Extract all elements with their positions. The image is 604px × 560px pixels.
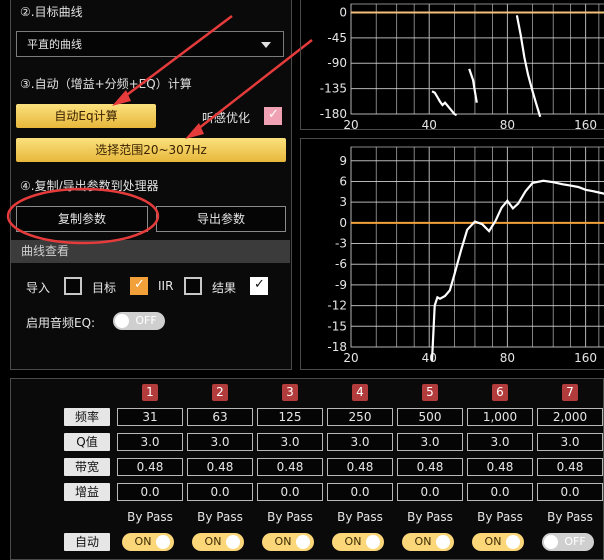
freq-input[interactable]: 250 [327, 408, 393, 426]
mag-y-tick-label: 3 [339, 195, 347, 209]
mag-x-tick-label: 40 [422, 351, 437, 365]
auto-toggle-text: ON [484, 535, 502, 548]
q-input[interactable]: 3.0 [537, 433, 603, 451]
phase-y-tick-label: -90 [327, 56, 347, 70]
bandwidth-input[interactable]: 0.48 [537, 458, 603, 476]
auto-toggle-text: OFF [564, 535, 586, 548]
auto-toggle-text: ON [134, 535, 152, 548]
bypass-button[interactable]: By Pass [257, 508, 323, 526]
mag-x-tick-label: 20 [343, 351, 358, 365]
toggle-knob [506, 535, 520, 549]
channel-number-badge: 3 [282, 384, 298, 401]
bypass-button[interactable]: By Pass [537, 508, 603, 526]
channel-number-badge: 7 [562, 384, 578, 401]
channel-number-badge: 6 [492, 384, 508, 401]
toggle-knob [544, 535, 558, 549]
toggle-knob [436, 535, 450, 549]
auto-toggle-text: ON [274, 535, 292, 548]
bypass-button[interactable]: By Pass [397, 508, 463, 526]
auto-toggle-text: ON [414, 535, 432, 548]
q-input[interactable]: 3.0 [467, 433, 533, 451]
phase-x-tick-label: 40 [422, 118, 437, 131]
phase-x-tick-label: 80 [500, 118, 515, 131]
bandwidth-input[interactable]: 0.48 [397, 458, 463, 476]
q-row-label: Q值 [64, 433, 110, 451]
magnitude-chart: 9630-3-6-9-12-15-1820 40 80 160 [327, 146, 604, 365]
gain-input[interactable]: 0.0 [117, 483, 183, 501]
auto-row-label: 自动 [64, 533, 110, 551]
freq-row-label: 频率 [64, 408, 110, 426]
toggle-knob [156, 535, 170, 549]
bandwidth-input[interactable]: 0.48 [187, 458, 253, 476]
bandwidth-input[interactable]: 0.48 [117, 458, 183, 476]
mag-y-tick-label: -15 [327, 319, 347, 333]
channel-number-badge: 1 [142, 384, 158, 401]
q-input[interactable]: 3.0 [397, 433, 463, 451]
bandwidth-input[interactable]: 0.48 [257, 458, 323, 476]
auto-toggle-text: ON [344, 535, 362, 548]
gain-input[interactable]: 0.0 [327, 483, 393, 501]
mag-y-tick-label: -9 [335, 278, 347, 292]
q-input[interactable]: 3.0 [327, 433, 393, 451]
phase-chart-frame: 0 -45 -90 -135 -180 20 40 80 160 [300, 0, 604, 132]
bypass-button[interactable]: By Pass [187, 508, 253, 526]
phase-chart: 0-45-90-135-18020 40 80 160 [320, 3, 604, 132]
phase-y-tick-label: 0 [339, 5, 347, 19]
gain-input[interactable]: 0.0 [257, 483, 323, 501]
auto-toggle[interactable]: OFF [542, 533, 594, 551]
magnitude-chart-frame: 9 6 3 0 -3 -6 -9 -12 -15 -18 20 40 80 160 [300, 138, 604, 370]
gain-input[interactable]: 0.0 [397, 483, 463, 501]
freq-input[interactable]: 1,000 [467, 408, 533, 426]
mag-y-tick-label: 0 [339, 216, 347, 230]
phase-plot-area [350, 3, 604, 115]
gain-input[interactable]: 0.0 [187, 483, 253, 501]
mag-y-tick-label: -6 [335, 257, 347, 271]
auto-toggle[interactable]: ON [122, 533, 174, 551]
bandwidth-input[interactable]: 0.48 [327, 458, 393, 476]
q-input[interactable]: 3.0 [117, 433, 183, 451]
red-arrow-annotations [6, 15, 313, 245]
freq-input[interactable]: 31 [117, 408, 183, 426]
gain-input[interactable]: 0.0 [537, 483, 603, 501]
phase-x-tick-label: 20 [343, 118, 358, 131]
mag-x-tick-label: 80 [500, 351, 515, 365]
mag-x-tick-label: 160 [574, 351, 597, 365]
arrow-to-range [193, 39, 313, 133]
auto-toggle[interactable]: ON [262, 533, 314, 551]
bypass-button[interactable]: By Pass [327, 508, 393, 526]
freq-input[interactable]: 125 [257, 408, 323, 426]
auto-toggle-text: ON [204, 535, 222, 548]
mag-y-tick-label: 9 [339, 154, 347, 168]
mag-plot-area [350, 146, 604, 348]
q-input[interactable]: 3.0 [257, 433, 323, 451]
gain-row-label: 增益 [64, 483, 110, 501]
freq-input[interactable]: 63 [187, 408, 253, 426]
phase-y-tick-label: -45 [327, 31, 347, 45]
arrow-to-auto-eq [119, 15, 233, 101]
highlight-ellipse-copy [6, 187, 160, 245]
phase-y-tick-label: -135 [320, 82, 347, 96]
toggle-knob [226, 535, 240, 549]
freq-input[interactable]: 500 [397, 408, 463, 426]
channel-number-badge: 5 [422, 384, 438, 401]
gain-input[interactable]: 0.0 [467, 483, 533, 501]
auto-toggle[interactable]: ON [402, 533, 454, 551]
auto-toggle[interactable]: ON [332, 533, 384, 551]
q-input[interactable]: 3.0 [187, 433, 253, 451]
mag-y-tick-label: -12 [327, 299, 347, 313]
toggle-knob [366, 535, 380, 549]
channel-number-badge: 2 [212, 384, 228, 401]
bandwidth-row-label: 带宽 [64, 458, 110, 476]
freq-input[interactable]: 2,000 [537, 408, 603, 426]
auto-toggle[interactable]: ON [472, 533, 524, 551]
auto-toggle[interactable]: ON [192, 533, 244, 551]
mag-y-tick-label: -3 [335, 237, 347, 251]
toggle-knob [296, 535, 310, 549]
mag-y-tick-label: 6 [339, 174, 347, 188]
bypass-button[interactable]: By Pass [117, 508, 183, 526]
bandwidth-input[interactable]: 0.48 [467, 458, 533, 476]
channel-number-badge: 4 [352, 384, 368, 401]
bypass-button[interactable]: By Pass [467, 508, 533, 526]
phase-x-tick-label: 160 [574, 118, 597, 131]
